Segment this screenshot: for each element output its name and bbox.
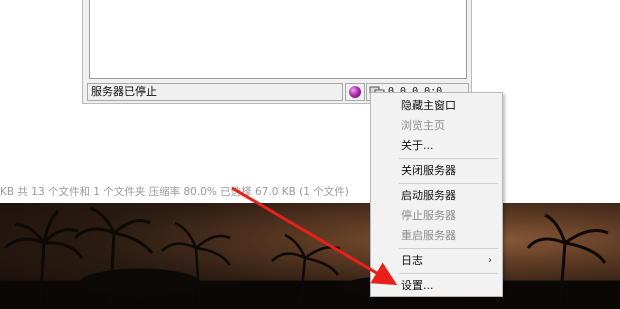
menu-separator: [399, 158, 498, 159]
menu-item-start-server[interactable]: 启动服务器: [371, 186, 502, 206]
menu-separator: [399, 248, 498, 249]
menu-item-browse-homepage[interactable]: 浏览主页: [371, 116, 502, 136]
menu-item-log[interactable]: 日志 ›: [371, 251, 502, 271]
server-app-window: 服务器已停止 0.0.0.0:0: [82, 0, 472, 104]
tray-context-menu: 隐藏主窗口 浏览主页 关于... 关闭服务器 启动服务器 停止服务器 重启服务器…: [370, 92, 503, 297]
menu-item-stop-server[interactable]: 停止服务器: [371, 206, 502, 226]
status-indicator: [345, 83, 365, 101]
status-dot-icon: [349, 86, 361, 98]
explorer-status-text: KB 共 13 个文件和 1 个文件夹 压缩率 80.0% 已选择 67.0 K…: [0, 186, 349, 198]
menu-item-about[interactable]: 关于...: [371, 136, 502, 156]
menu-separator: [399, 183, 498, 184]
submenu-chevron-icon: ›: [488, 255, 492, 266]
menu-item-settings[interactable]: 设置...: [371, 276, 502, 296]
log-output-area[interactable]: [89, 0, 467, 79]
menu-item-log-label: 日志: [401, 254, 423, 267]
menu-separator: [399, 273, 498, 274]
server-status-text: 服务器已停止: [87, 83, 343, 101]
menu-item-hide-main-window[interactable]: 隐藏主窗口: [371, 96, 502, 116]
menu-item-close-server[interactable]: 关闭服务器: [371, 161, 502, 181]
desktop-wallpaper: [0, 203, 620, 309]
menu-item-restart-server[interactable]: 重启服务器: [371, 226, 502, 246]
